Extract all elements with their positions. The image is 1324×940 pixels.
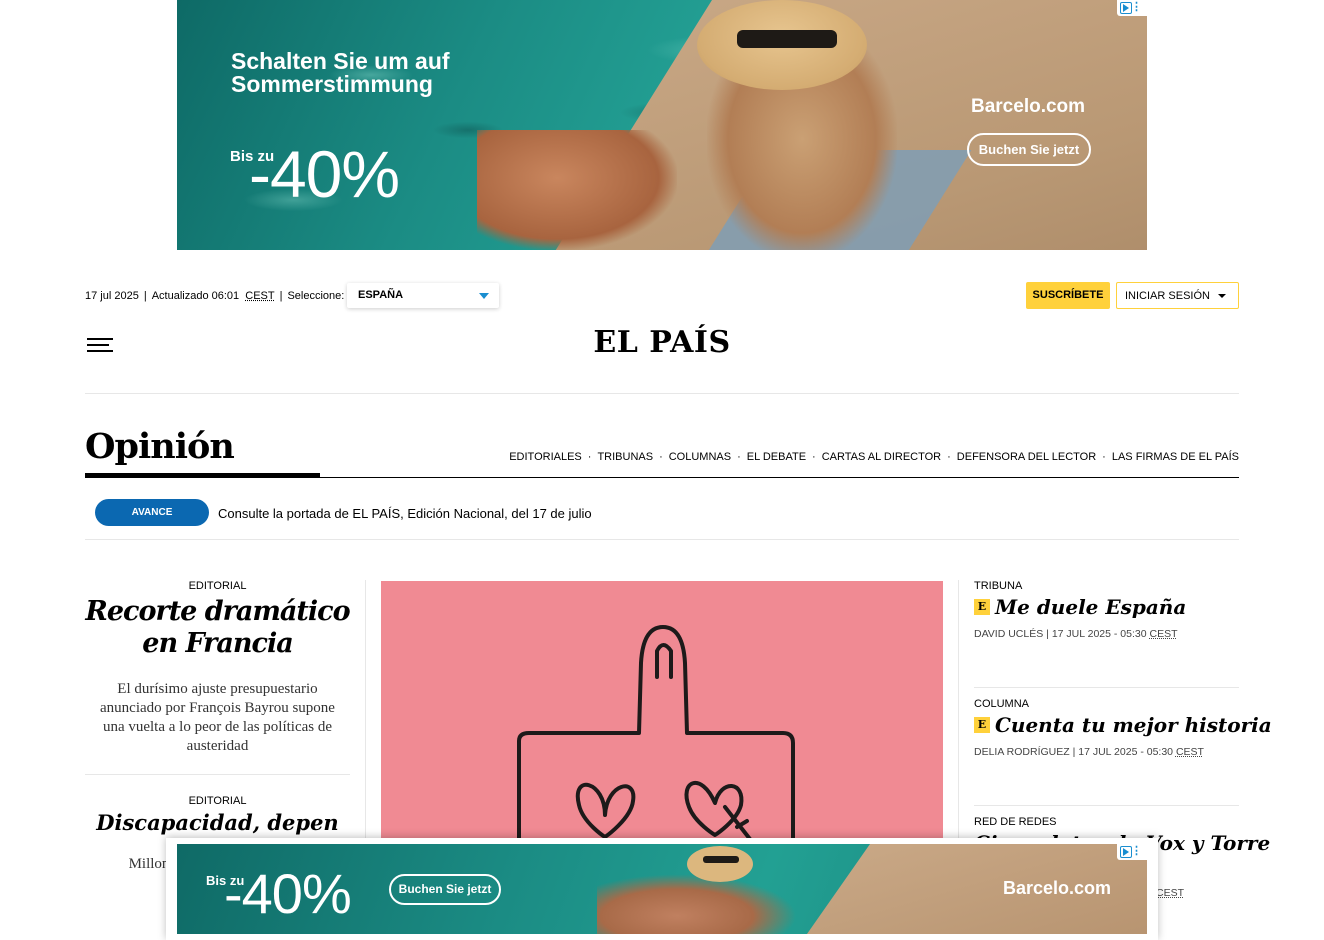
subnav-item-el-debate[interactable]: EL DEBATE: [747, 451, 806, 463]
subnav-item-tribunas[interactable]: TRIBUNAS: [597, 451, 653, 463]
ad-cta-button[interactable]: Buchen Sie jetzt: [967, 133, 1091, 166]
avance-badge[interactable]: AVANCE: [95, 499, 209, 526]
chevron-down-icon: [1218, 294, 1226, 298]
ad-hat-band: [703, 856, 739, 863]
article-timezone: CEST: [1175, 746, 1204, 758]
ad-cta-button[interactable]: Buchen Sie jetzt: [389, 874, 501, 905]
header-topbar: 17 jul 2025 | Actualizado 06:01 CEST | Selec…: [85, 282, 1239, 309]
article-headline[interactable]: E Cuenta tu mejor historia: [974, 713, 1272, 737]
article-headline[interactable]: E Me duele España: [974, 595, 1239, 619]
ad-sun-hat: [687, 846, 753, 882]
header-updated: Actualizado 06:01: [151, 290, 240, 302]
avance-link[interactable]: Consulte la portada de EL PAÍS, Edición …: [218, 506, 592, 521]
ad-brand-logo: Barcelo.com: [971, 96, 1086, 117]
article-author[interactable]: DELIA RODRÍGUEZ: [974, 746, 1070, 758]
ad-person-man: [477, 130, 677, 250]
header-divider: [85, 393, 1239, 394]
edition-select[interactable]: ESPAÑA: [347, 283, 499, 308]
ad-discount-value: -40%: [224, 862, 352, 925]
section-subnav: EDITORIALES · TRIBUNAS · COLUMNAS · EL DEBA…: [509, 451, 1239, 463]
article-timezone: CEST: [1149, 628, 1178, 640]
article-author[interactable]: DAVID UCLÉS: [974, 628, 1043, 640]
bottom-sticky-ad: Bis zu -40% Buchen Sie jetzt Barcelo.com…: [166, 838, 1158, 940]
subscribe-button[interactable]: SUSCRÍBETE: [1026, 282, 1110, 309]
list-item: COLUMNA E Cuenta tu mejor historia DELIA…: [974, 698, 1272, 806]
ad-people: [597, 874, 797, 934]
article-kicker[interactable]: TRIBUNA: [974, 580, 1239, 592]
article-kicker[interactable]: COLUMNA: [974, 698, 1239, 710]
article-kicker[interactable]: EDITORIAL: [85, 580, 350, 592]
list-item: TRIBUNA E Me duele España DAVID UCLÉS | …: [974, 580, 1239, 688]
section-divider: [85, 477, 1239, 478]
article-date: 17 JUL 2025 - 05:30: [1051, 628, 1147, 640]
header-date-line: 17 jul 2025 | Actualizado 06:01 CEST | Selec…: [85, 290, 345, 302]
subnav-item-columnas[interactable]: COLUMNAS: [669, 451, 731, 463]
ad-hat-band: [737, 30, 837, 48]
site-logo[interactable]: EL PAÍS: [560, 325, 764, 360]
article-timezone: CEST: [1156, 887, 1185, 899]
section-title[interactable]: Opinión: [85, 426, 235, 467]
edition-select-value: ESPAÑA: [358, 289, 404, 301]
article-date: 17 JUL 2025 - 05:30: [1078, 746, 1174, 758]
adchoices-icon[interactable]: ⋮: [1117, 0, 1147, 16]
exclusive-e-icon: E: [974, 599, 990, 615]
avance-bar: AVANCE Consulte la portada de EL PAÍS, E…: [85, 498, 1239, 540]
article-divider: [85, 774, 350, 775]
article-headline[interactable]: Discapacidad, depen: [85, 811, 350, 835]
article-byline: DELIA RODRÍGUEZ | 17 JUL 2025 - 05:30 CE…: [974, 746, 1204, 758]
article-kicker[interactable]: RED DE REDES: [974, 816, 1239, 828]
top-ad-banner[interactable]: Schalten Sie um auf Sommerstimmung Bis z…: [177, 0, 1147, 250]
bottom-ad-banner[interactable]: Bis zu -40% Buchen Sie jetzt Barcelo.com…: [177, 844, 1147, 934]
article-headline-text[interactable]: Me duele España: [995, 595, 1186, 619]
article-summary: El durísimo ajuste presupuestario anunci…: [100, 681, 335, 754]
subnav-item-editoriales[interactable]: EDITORIALES: [509, 451, 582, 463]
header-timezone: CEST: [245, 290, 275, 302]
subnav-item-cartas[interactable]: CARTAS AL DIRECTOR: [822, 451, 941, 463]
article-byline: DAVID UCLÉS | 17 JUL 2025 - 05:30 CEST: [974, 628, 1178, 640]
login-button[interactable]: INICIAR SESIÓN: [1116, 282, 1239, 309]
hamburger-menu-icon[interactable]: [87, 336, 115, 354]
subnav-item-defensora[interactable]: DEFENSORA DEL LECTOR: [957, 451, 1096, 463]
ad-more-options-icon[interactable]: ⋮: [1131, 845, 1142, 857]
article-headline-text[interactable]: Cuenta tu mejor historia: [995, 713, 1272, 737]
header-select-label: Seleccione:: [287, 290, 345, 302]
header-date: 17 jul 2025: [85, 290, 139, 302]
exclusive-e-icon: E: [974, 717, 990, 733]
ad-headline: Schalten Sie um auf Sommerstimmung: [231, 48, 450, 97]
login-label: INICIAR SESIÓN: [1125, 290, 1210, 302]
article-kicker[interactable]: EDITORIAL: [85, 795, 350, 807]
chevron-down-icon: [479, 293, 489, 299]
ad-more-options-icon[interactable]: ⋮: [1131, 1, 1142, 13]
ad-brand-logo: Barcelo.com: [1003, 878, 1112, 898]
ad-discount-value: -40%: [249, 137, 400, 211]
adchoices-icon[interactable]: ⋮: [1117, 844, 1147, 860]
left-column: EDITORIAL Recorte dramático en Francia E…: [85, 580, 351, 874]
article-headline[interactable]: Recorte dramático en Francia: [85, 596, 350, 660]
subnav-item-firmas[interactable]: LAS FIRMAS DE EL PAÍS: [1112, 451, 1239, 463]
